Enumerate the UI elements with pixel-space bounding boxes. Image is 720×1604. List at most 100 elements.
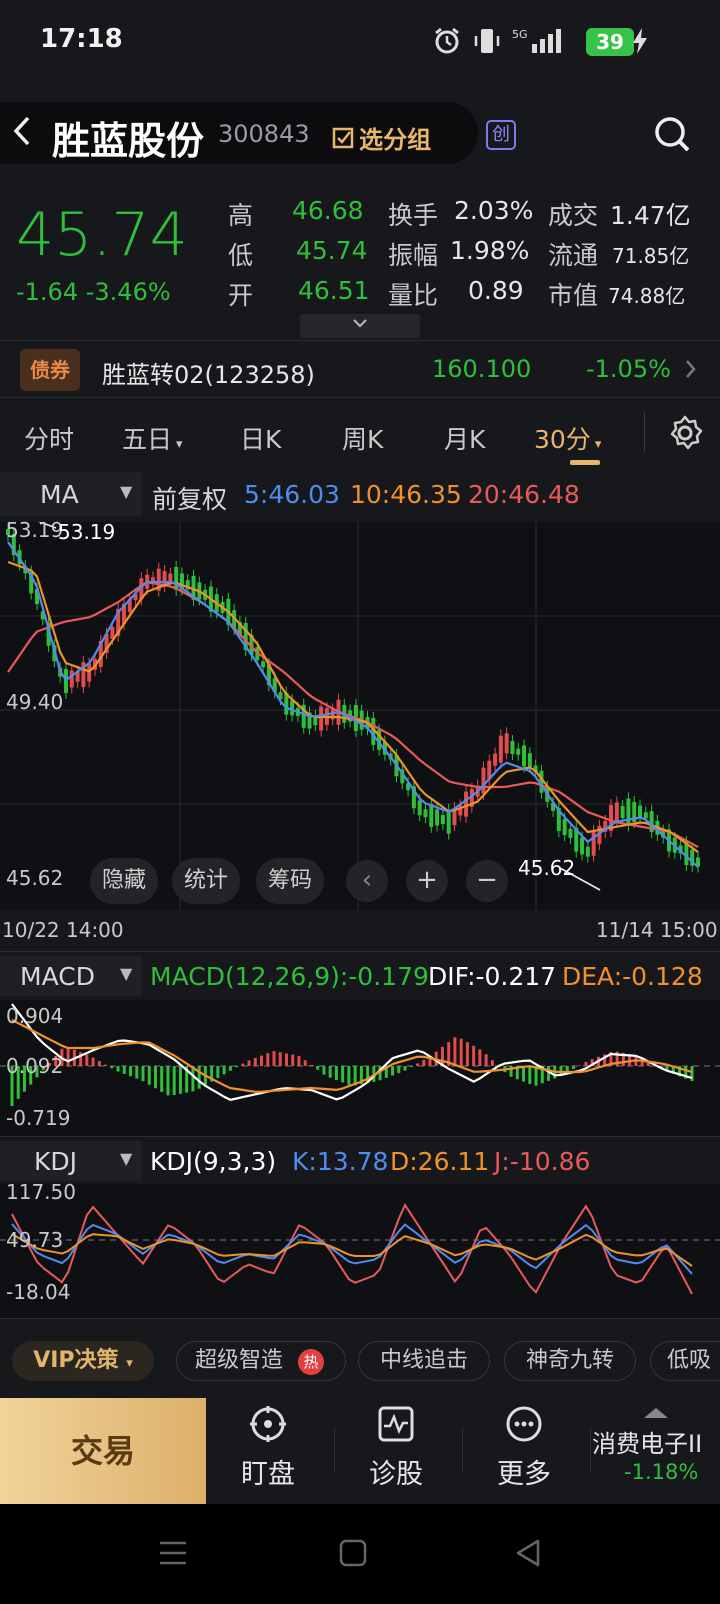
macd-bar [284,1053,288,1066]
dea-line [11,1019,693,1093]
amount-label: 成交 [548,201,599,230]
macd-bar [571,1066,575,1069]
tab-monthly-k[interactable]: 月K [444,420,485,456]
macd-svg [0,1003,720,1106]
kdj-chart[interactable]: 117.50 49.73 -18.04 [0,1180,720,1318]
vibrate-icon [474,29,500,53]
last-price: 45.74 [16,200,188,270]
kdj-axis-bottom: -18.04 [6,1280,71,1304]
nav-watch[interactable]: 盯盘 [208,1404,328,1491]
chips-button[interactable]: 筹码 [256,858,324,904]
macd-bar [228,1066,232,1071]
trade-button[interactable]: 交易 [0,1398,206,1504]
macd-bar [391,1066,395,1076]
macd-bar [253,1057,257,1066]
volratio-label: 量比 [388,281,439,310]
expand-quote-button[interactable] [300,314,420,338]
chevron-right-icon [686,360,696,378]
home-icon[interactable] [338,1538,368,1568]
macd-axis-top: 0.904 [6,1004,64,1028]
macd-legend-row: MACD ▼ MACD(12,26,9):-0.179 DIF:-0.217 D… [0,952,720,1000]
alarm-icon [435,27,459,54]
macd-bar [409,1066,413,1068]
status-time: 17:18 [40,24,123,54]
chevron-left-icon[interactable]: ‹ [346,860,388,902]
chevron-down-icon [353,319,367,328]
back-triangle-icon[interactable] [514,1538,544,1568]
macd-bar [341,1066,345,1083]
tool-mid-term[interactable]: 中线追击 [358,1341,490,1381]
bottom-nav: 交易 盯盘 诊股 更多 消费电子II -1.18% [0,1398,720,1504]
macd-bar [528,1066,532,1084]
chevron-left-icon[interactable] [10,114,34,148]
quote-panel: 45.74 -1.64 -3.46% 高 46.68 低 45.74 开 46.… [0,180,720,340]
nav-more[interactable]: 更多 [464,1404,584,1491]
macd-bar [484,1054,488,1066]
macd-bar [522,1066,526,1082]
tool-strip: VIP决策 ▾ 超级智造 热 中线追击 神奇九转 低吸 [0,1318,720,1398]
signal-5g-icon: 5G [512,28,561,53]
hide-button[interactable]: 隐藏 [90,858,158,904]
macd-bar [97,1061,101,1066]
tab-daily-k[interactable]: 日K [240,420,281,456]
macd-chart[interactable]: 0.904 0.092 -0.719 [0,1000,720,1136]
ma5-value: 5:46.03 [244,480,340,509]
tool-low-buy[interactable]: 低吸 [650,1341,720,1381]
tab-weekly-k[interactable]: 周K [342,420,383,456]
macd-bar [216,1066,220,1078]
stats-button[interactable]: 统计 [172,858,240,904]
open-value: 46.51 [298,276,370,305]
macd-bar [91,1057,95,1066]
macd-bar [147,1066,151,1085]
stock-code: 300843 [218,120,310,148]
group-button[interactable]: 选分组 [332,120,431,155]
low-marker: 45.62 [518,856,576,880]
group-label: 选分组 [359,126,432,154]
tool-label: 超级智造 [195,1348,284,1373]
macd-bar [110,1066,114,1069]
convertible-bond-row[interactable]: 债券 胜蓝转02(123258) 160.100 -1.05% [0,340,720,398]
macd-bar [272,1051,276,1066]
adjust-mode[interactable]: 前复权 [152,480,227,516]
ma20-value: 20:46.48 [468,480,580,509]
macd-bar [260,1055,264,1066]
nav-diagnose[interactable]: 诊股 [336,1404,456,1491]
macd-bar [478,1049,482,1066]
caret-down-icon: ▾ [176,437,183,452]
tab-30min[interactable]: 30分 ▾ [534,420,601,456]
checkbox-icon [332,127,354,148]
tab-intraday[interactable]: 分时 [24,420,74,456]
macd-axis-bottom: -0.719 [6,1106,71,1130]
search-icon[interactable] [652,114,692,154]
macd-bar [416,1063,420,1066]
macd-bar [266,1053,270,1066]
stock-header: 胜蓝股份 300843 选分组 创 [0,80,720,180]
menu-icon[interactable] [158,1538,188,1568]
open-label: 开 [228,281,254,310]
candlestick-chart[interactable]: 53.19 53.19 49.40 45.62 45.62 隐藏 统计 筹码 ‹… [0,518,720,910]
macd-bar [347,1066,351,1085]
gear-icon[interactable] [666,414,704,452]
macd-bar [241,1063,245,1066]
high-value: 46.68 [292,196,364,225]
macd-bar [316,1066,320,1070]
ma20-line [7,581,699,848]
bond-name: 胜蓝转02(123258) [102,361,315,389]
macd-bar [578,1065,582,1066]
bond-badge: 债券 [20,349,80,391]
macd-bar [309,1064,313,1066]
crosshair-icon [250,1406,286,1442]
svg-text:5G: 5G [512,28,528,41]
zoom-in-icon[interactable]: + [406,860,448,902]
y-axis-bottom: 45.62 [6,866,64,890]
tool-magic-nine[interactable]: 神奇九转 [504,1341,636,1381]
vip-decision-button[interactable]: VIP决策 ▾ [12,1341,154,1381]
more-dots-icon [506,1406,542,1442]
ma10-value: 10:46.35 [350,480,462,509]
turnover-label: 换手 [388,201,439,230]
caret-down-icon: ▼ [120,1149,133,1168]
zoom-out-icon[interactable]: − [466,860,508,902]
tab-five-day[interactable]: 五日 ▾ [122,420,183,456]
sector-name[interactable]: 消费电子II [592,1424,702,1459]
macd-bar [303,1060,307,1066]
